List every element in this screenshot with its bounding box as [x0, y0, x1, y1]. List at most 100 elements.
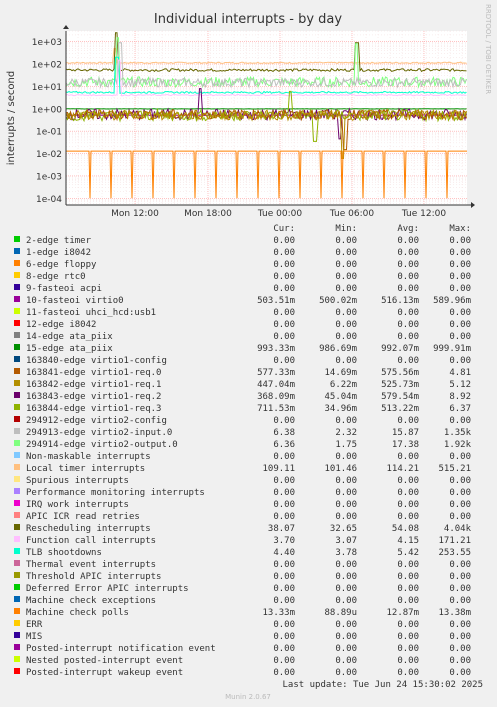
- legend-value: 0.00: [273, 500, 295, 510]
- legend-value: 513.22m: [381, 404, 419, 414]
- legend-value: 515.21: [438, 464, 471, 474]
- legend-swatch: [14, 248, 20, 254]
- legend-value: 0.00: [273, 620, 295, 630]
- legend-swatch: [14, 368, 20, 374]
- legend-value: 0.00: [397, 572, 419, 582]
- y-axis-arrow: [63, 25, 69, 29]
- legend-label: 163844-edge virtio1-req.3: [26, 404, 161, 414]
- legend-label: TLB shootdowns: [26, 548, 102, 558]
- legend-value: 34.96m: [324, 404, 357, 414]
- legend-value: 3.07: [335, 536, 357, 546]
- legend-value: 6.22m: [330, 380, 357, 390]
- legend-swatch: [14, 440, 20, 446]
- legend-value: 0.00: [273, 308, 295, 318]
- legend-value: 0.00: [397, 260, 419, 270]
- legend-value: 0.00: [273, 632, 295, 642]
- legend-swatch: [14, 272, 20, 278]
- legend-swatch: [14, 416, 20, 422]
- legend-value: 0.00: [449, 248, 471, 258]
- legend-value: 0.00: [449, 476, 471, 486]
- legend-value: 4.15: [397, 536, 419, 546]
- legend-swatch: [14, 332, 20, 338]
- legend-swatch: [14, 500, 20, 506]
- legend-label: 9-fasteoi acpi: [26, 284, 102, 294]
- legend-label: 163840-edge virtio1-config: [26, 356, 167, 366]
- legend-value: 0.00: [335, 308, 357, 318]
- legend-value: 4.40: [273, 548, 295, 558]
- legend-value: 0.00: [449, 596, 471, 606]
- y-tick-label: 1e+02: [32, 61, 62, 71]
- legend-column-header: Cur:: [273, 224, 295, 234]
- legend-swatch: [14, 260, 20, 266]
- legend-label: 163843-edge virtio1-req.2: [26, 392, 161, 402]
- legend-value: 0.00: [397, 644, 419, 654]
- legend-label: 11-fasteoi uhci_hcd:usb1: [26, 308, 156, 318]
- legend-value: 88.89u: [324, 608, 357, 618]
- legend-value: 0.00: [397, 236, 419, 246]
- legend-value: 0.00: [335, 572, 357, 582]
- legend-value: 0.00: [335, 284, 357, 294]
- legend-swatch: [14, 548, 20, 554]
- legend-swatch: [14, 560, 20, 566]
- legend-swatch: [14, 572, 20, 578]
- legend-column-header: Avg:: [397, 224, 419, 234]
- legend-value: 0.00: [273, 476, 295, 486]
- legend-swatch: [14, 344, 20, 350]
- legend-value: 0.00: [335, 416, 357, 426]
- legend-value: 0.00: [335, 488, 357, 498]
- x-tick-label: Tue 00:00: [257, 209, 302, 219]
- legend-label: Rescheduling interrupts: [26, 524, 151, 534]
- legend-swatch: [14, 620, 20, 626]
- legend-swatch: [14, 464, 20, 470]
- x-tick-label: Mon 12:00: [111, 209, 159, 219]
- legend-value: 101.46: [324, 464, 357, 474]
- legend-label: Machine check polls: [26, 608, 129, 618]
- x-tick-label: Mon 18:00: [184, 209, 232, 219]
- legend-value: 516.13m: [381, 296, 419, 306]
- x-tick-label: Tue 12:00: [401, 209, 446, 219]
- legend-value: 0.00: [335, 248, 357, 258]
- legend-value: 0.00: [273, 644, 295, 654]
- chart-title: Individual interrupts - by day: [154, 12, 342, 27]
- legend-swatch: [14, 536, 20, 542]
- legend-value: 0.00: [449, 500, 471, 510]
- legend-label: 2-edge timer: [26, 236, 92, 246]
- legend-value: 0.00: [397, 620, 419, 630]
- legend-value: 0.00: [273, 272, 295, 282]
- legend-value: 0.00: [449, 488, 471, 498]
- legend-value: 589.96m: [433, 296, 471, 306]
- legend-value: 0.00: [335, 512, 357, 522]
- legend-swatch: [14, 608, 20, 614]
- legend-value: 45.04m: [324, 392, 357, 402]
- legend-label: 163841-edge virtio1-req.0: [26, 368, 161, 378]
- munin-interrupts-graph: Individual interrupts - by day interrupts…: [0, 0, 497, 707]
- y-axis-label: interrupts / second: [6, 71, 17, 165]
- legend-value: 0.00: [335, 656, 357, 666]
- last-update-text: Last update: Tue Jun 24 15:30:02 2025: [283, 680, 483, 690]
- legend-value: 0.00: [397, 560, 419, 570]
- legend-value: 6.38: [273, 428, 295, 438]
- legend-value: 711.53m: [257, 404, 295, 414]
- legend-value: 0.00: [273, 560, 295, 570]
- legend-swatch: [14, 524, 20, 530]
- legend-label: Function call interrupts: [26, 536, 156, 546]
- y-tick-label: 1e-03: [36, 172, 62, 182]
- legend-swatch: [14, 428, 20, 434]
- legend-value: 0.00: [397, 320, 419, 330]
- legend-value: 0.00: [335, 356, 357, 366]
- legend-value: 0.00: [273, 512, 295, 522]
- legend-label: APIC ICR read retries: [26, 512, 140, 522]
- legend-value: 0.00: [335, 236, 357, 246]
- legend-value: 0.00: [449, 644, 471, 654]
- legend-value: 0.00: [449, 632, 471, 642]
- legend-value: 579.54m: [381, 392, 419, 402]
- legend-value: 0.00: [397, 284, 419, 294]
- legend-value: 0.00: [449, 416, 471, 426]
- legend-swatch: [14, 380, 20, 386]
- legend-label: Spurious interrupts: [26, 476, 129, 486]
- legend-value: 0.00: [335, 620, 357, 630]
- legend-value: 0.00: [449, 584, 471, 594]
- legend-value: 0.00: [335, 584, 357, 594]
- legend-value: 0.00: [397, 632, 419, 642]
- legend-swatch: [14, 356, 20, 362]
